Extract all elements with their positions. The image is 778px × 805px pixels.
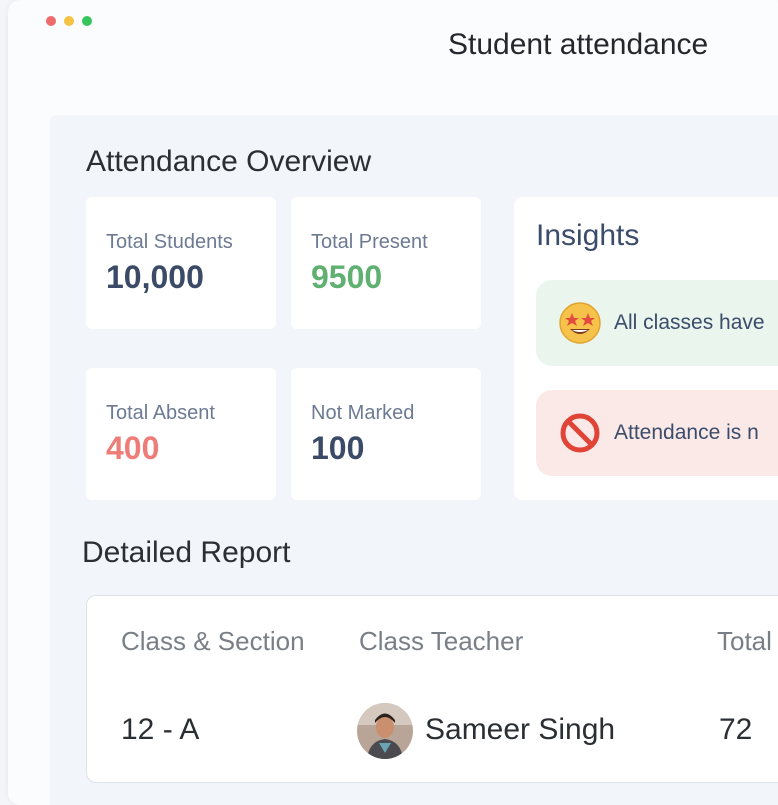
insight-positive[interactable]: All classes have xyxy=(536,280,778,366)
stat-value: 9500 xyxy=(311,259,383,295)
stat-label: Total Students xyxy=(106,231,233,253)
column-header-class-teacher[interactable]: Class Teacher xyxy=(359,626,523,657)
stat-label: Not Marked xyxy=(311,402,415,424)
stat-card-total-absent: Total Absent 400 xyxy=(86,368,276,500)
cell-class-section: 12 - A xyxy=(121,713,200,746)
report-title: Detailed Report xyxy=(82,536,291,569)
insight-text: All classes have xyxy=(614,311,765,334)
overview-title: Attendance Overview xyxy=(86,145,372,178)
star-struck-emoji-icon xyxy=(559,302,601,344)
column-header-class-section[interactable]: Class & Section xyxy=(121,626,305,657)
cell-teacher-name: Sameer Singh xyxy=(425,713,616,746)
stat-card-total-students: Total Students 10,000 xyxy=(86,197,276,329)
minimize-window-button[interactable] xyxy=(64,16,74,26)
app-window: Student attendance Attendance Overview T… xyxy=(8,0,778,805)
stat-value: 400 xyxy=(106,430,160,466)
attendance-panel: Attendance Overview Total Students 10,00… xyxy=(50,115,778,805)
stat-card-total-present: Total Present 9500 xyxy=(291,197,481,329)
window-title: Student attendance xyxy=(448,28,709,61)
insight-text: Attendance is n xyxy=(614,421,759,444)
stat-value: 100 xyxy=(311,430,365,466)
close-window-button[interactable] xyxy=(46,16,56,26)
stat-label: Total Absent xyxy=(106,402,215,424)
column-header-total[interactable]: Total xyxy=(717,626,772,657)
insight-negative[interactable]: Attendance is n xyxy=(536,390,778,476)
stat-value: 10,000 xyxy=(106,259,204,295)
maximize-window-button[interactable] xyxy=(82,16,92,26)
report-table: Class & Section Class Teacher Total 12 -… xyxy=(86,595,778,783)
prohibited-icon xyxy=(560,413,600,453)
insights-card: Insights All classes have Attendance is … xyxy=(514,197,778,500)
window-controls xyxy=(46,16,92,26)
stat-card-not-marked: Not Marked 100 xyxy=(291,368,481,500)
insights-title: Insights xyxy=(536,219,640,252)
teacher-avatar xyxy=(357,703,413,759)
stat-label: Total Present xyxy=(311,231,428,253)
cell-total: 72 xyxy=(719,713,753,746)
